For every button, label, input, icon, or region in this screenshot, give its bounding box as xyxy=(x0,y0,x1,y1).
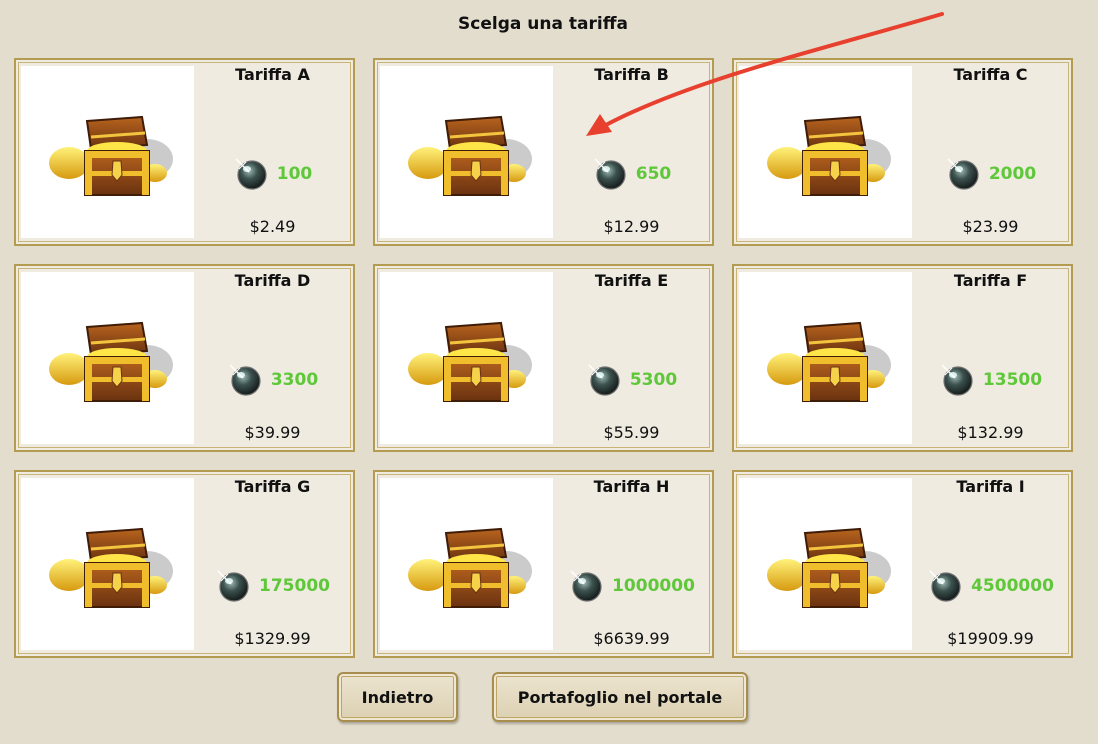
tariff-name: Tariffa A xyxy=(235,65,310,84)
gem-amount: 5300 xyxy=(629,370,678,390)
tariff-card-f[interactable]: Tariffa F 13500 $132.99 xyxy=(732,264,1073,452)
tariff-card-g[interactable]: Tariffa G 175000 $1329.99 xyxy=(14,470,355,658)
chest-image xyxy=(380,272,553,444)
tariff-name: Tariffa I xyxy=(956,477,1025,496)
gem-amount: 175000 xyxy=(259,576,330,596)
tariff-price: $23.99 xyxy=(962,217,1019,236)
tariff-price: $12.99 xyxy=(603,217,660,236)
tariff-card-c[interactable]: Tariffa C 2000 $23.99 xyxy=(732,58,1073,246)
treasure-chest-icon xyxy=(406,523,536,611)
gem-amount: 4500000 xyxy=(971,576,1054,596)
tariff-grid: Tariffa A 100 $2.49 Tariffa B 650 $12.99… xyxy=(14,58,1073,658)
gem-amount: 13500 xyxy=(982,370,1043,390)
tariff-price: $2.49 xyxy=(249,217,296,236)
tariff-name: Tariffa G xyxy=(234,477,311,496)
gem-icon xyxy=(939,362,975,398)
gem-amount: 650 xyxy=(635,164,672,184)
chest-image xyxy=(21,478,194,650)
gem-amount: 100 xyxy=(276,164,313,184)
tariff-price: $6639.99 xyxy=(593,629,670,648)
gem-amount: 1000000 xyxy=(612,576,695,596)
treasure-chest-icon xyxy=(47,317,177,405)
tariff-name: Tariffa E xyxy=(594,271,669,290)
tariff-price: $132.99 xyxy=(957,423,1024,442)
chest-image xyxy=(21,272,194,444)
gem-icon xyxy=(227,362,263,398)
tariff-name: Tariffa C xyxy=(953,65,1028,84)
gem-icon xyxy=(945,156,981,192)
tariff-card-e[interactable]: Tariffa E 5300 $55.99 xyxy=(373,264,714,452)
treasure-chest-icon xyxy=(765,111,895,199)
page-title: Scelga una tariffa xyxy=(458,14,628,34)
gem-icon xyxy=(233,156,269,192)
tariff-name: Tariffa B xyxy=(594,65,669,84)
gem-icon xyxy=(215,568,251,604)
tariff-price: $39.99 xyxy=(244,423,301,442)
tariff-name: Tariffa D xyxy=(234,271,311,290)
gem-amount: 3300 xyxy=(270,370,319,390)
gem-amount: 2000 xyxy=(988,164,1037,184)
tariff-card-d[interactable]: Tariffa D 3300 $39.99 xyxy=(14,264,355,452)
gem-icon xyxy=(586,362,622,398)
tariff-card-i[interactable]: Tariffa I 4500000 $19909.99 xyxy=(732,470,1073,658)
gem-icon xyxy=(592,156,628,192)
tariff-card-h[interactable]: Tariffa H 1000000 $6639.99 xyxy=(373,470,714,658)
treasure-chest-icon xyxy=(765,317,895,405)
treasure-chest-icon xyxy=(406,111,536,199)
chest-image xyxy=(380,478,553,650)
back-button[interactable]: Indietro xyxy=(337,672,458,722)
gem-icon xyxy=(568,568,604,604)
tariff-card-b[interactable]: Tariffa B 650 $12.99 xyxy=(373,58,714,246)
portal-wallet-button[interactable]: Portafoglio nel portale xyxy=(492,672,748,722)
chest-image xyxy=(739,272,912,444)
chest-image xyxy=(380,66,553,238)
gem-icon xyxy=(927,568,963,604)
chest-image xyxy=(739,478,912,650)
tariff-price: $55.99 xyxy=(603,423,660,442)
treasure-chest-icon xyxy=(47,523,177,611)
tariff-name: Tariffa F xyxy=(953,271,1028,290)
chest-image xyxy=(739,66,912,238)
tariff-name: Tariffa H xyxy=(593,477,670,496)
tariff-price: $19909.99 xyxy=(947,629,1034,648)
chest-image xyxy=(21,66,194,238)
tariff-card-a[interactable]: Tariffa A 100 $2.49 xyxy=(14,58,355,246)
treasure-chest-icon xyxy=(765,523,895,611)
tariff-price: $1329.99 xyxy=(234,629,311,648)
treasure-chest-icon xyxy=(47,111,177,199)
treasure-chest-icon xyxy=(406,317,536,405)
